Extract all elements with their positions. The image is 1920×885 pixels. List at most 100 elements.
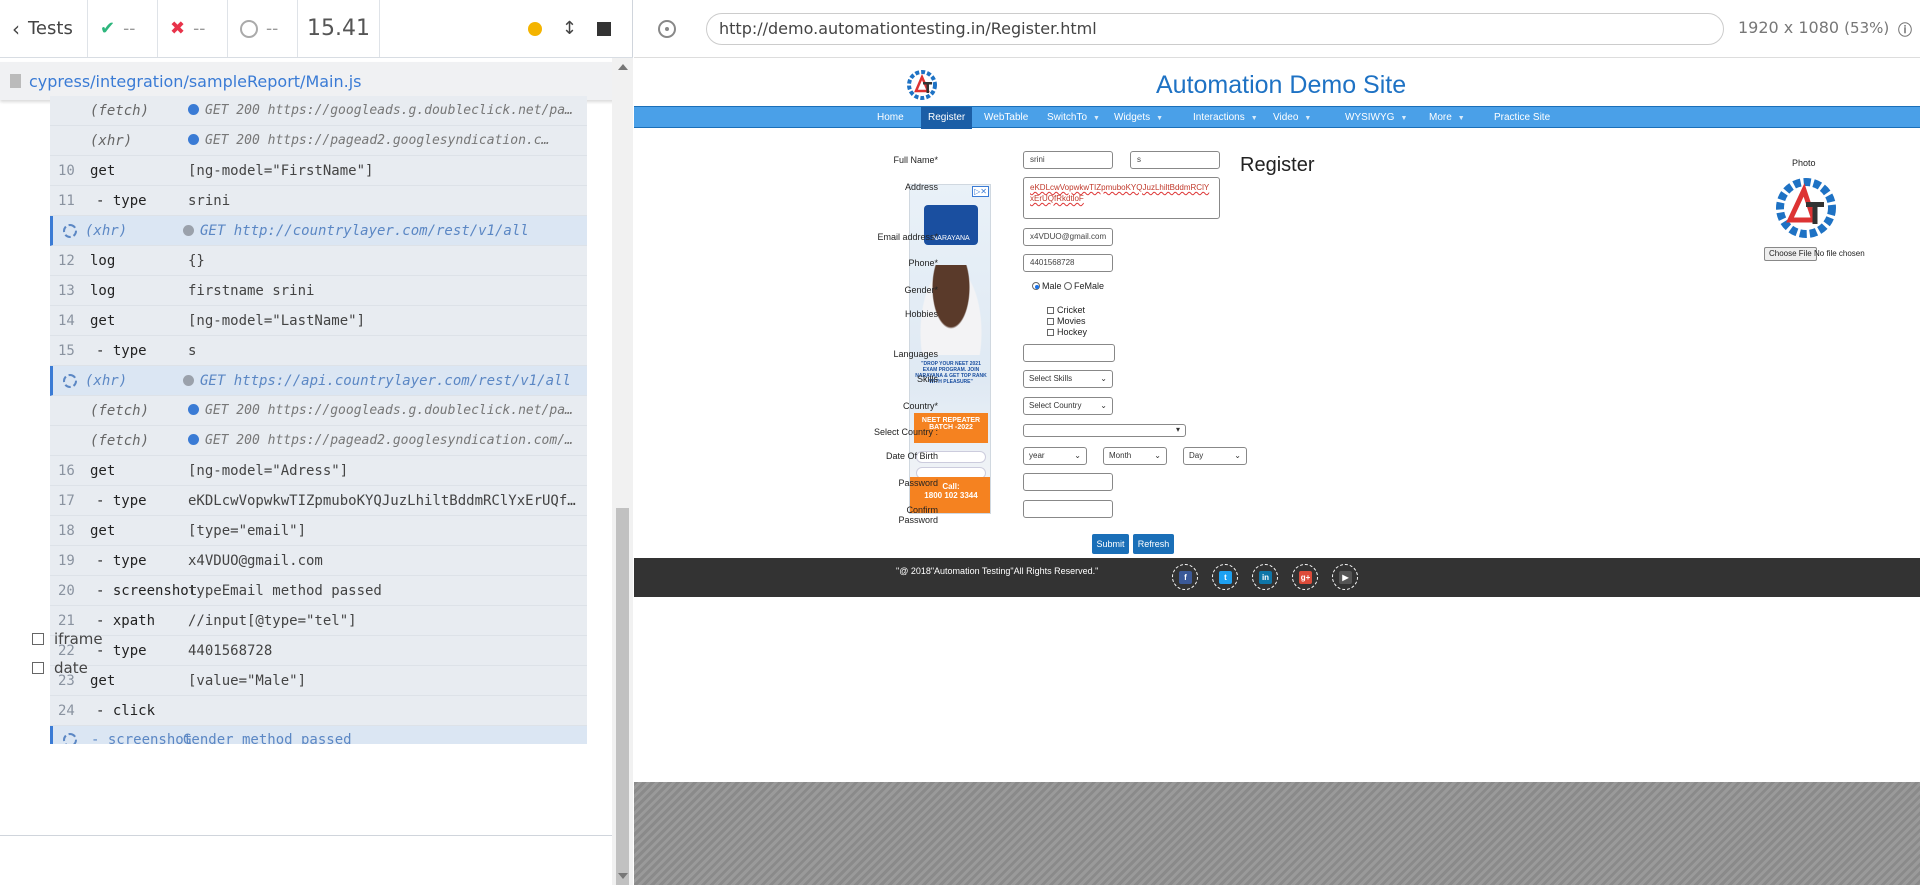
- command-number: 19: [58, 552, 75, 569]
- back-to-tests-button[interactable]: ‹ Tests: [0, 0, 88, 57]
- command-row[interactable]: 16 get [ng-model="Adress"]: [50, 456, 587, 486]
- command-message-text: [ng-model="FirstName"]: [188, 162, 374, 179]
- command-name: - type: [96, 642, 147, 659]
- phone-input[interactable]: 4401568728: [1023, 254, 1113, 272]
- nav-item-wysiwyg[interactable]: WYSIWYG ▼: [1338, 107, 1414, 129]
- command-row[interactable]: 10 get [ng-model="FirstName"]: [50, 156, 587, 186]
- command-row[interactable]: 17 - type eKDLcwVopwkwTIZpmuboKYQJuzLhiltB…: [50, 486, 587, 516]
- scroll-up-icon[interactable]: [618, 64, 628, 70]
- command-row[interactable]: (xhr) GET http://countrylayer.com/rest/v1…: [50, 216, 587, 246]
- nav-item-widgets[interactable]: Widgets ▼: [1107, 107, 1170, 129]
- suite-date[interactable]: date: [32, 659, 88, 677]
- url-bar[interactable]: http://demo.automationtesting.in/Registe…: [706, 13, 1724, 45]
- chevron-down-icon: ▼: [1156, 115, 1164, 122]
- choose-file-button[interactable]: Choose File: [1764, 247, 1817, 261]
- command-message: GET 200 https://pagead2.googlesyndicatio…: [188, 133, 587, 148]
- command-row[interactable]: (fetch) GET 200 https://googleads.g.doubl…: [50, 96, 587, 126]
- command-name: (fetch): [90, 102, 150, 119]
- chevron-down-icon: ▼: [1457, 115, 1465, 122]
- confirm-password-input[interactable]: [1023, 500, 1113, 518]
- command-row[interactable]: 20 - screenshot typeEmail method passed: [50, 576, 587, 606]
- refresh-button[interactable]: Refresh: [1133, 534, 1174, 554]
- request-status-icon: [188, 134, 199, 145]
- hobby-cricket[interactable]: Cricket: [1047, 305, 1085, 315]
- hobby-hockey[interactable]: Hockey: [1047, 327, 1087, 337]
- info-icon[interactable]: ⓘ: [1898, 20, 1912, 39]
- nav-item-switchto[interactable]: SwitchTo ▼: [1040, 107, 1107, 129]
- suite-iframe[interactable]: iframe: [32, 630, 103, 648]
- email-input[interactable]: x4VDUO@gmail.com: [1023, 228, 1113, 246]
- languages-input[interactable]: [1023, 344, 1115, 362]
- spec-file-bar[interactable]: cypress/integration/sampleReport/Main.js: [0, 62, 619, 100]
- scrollbar-thumb[interactable]: [616, 508, 629, 885]
- ad-choices-icon[interactable]: ▷✕: [972, 186, 989, 197]
- command-row[interactable]: 24 - click: [50, 696, 587, 726]
- hobby-movies[interactable]: Movies: [1047, 316, 1086, 326]
- command-message: //input[@type="tel"]: [188, 613, 587, 629]
- first-name-input[interactable]: srini: [1023, 151, 1113, 169]
- nav-item-webtable[interactable]: WebTable: [977, 107, 1035, 129]
- command-message-text: GET 200 https://pagead2.googlesyndicatio…: [205, 133, 550, 148]
- command-row[interactable]: 18 get [type="email"]: [50, 516, 587, 546]
- address-textarea[interactable]: eKDLcwVopwkwTIZpmuboKYQJuzLhiltBddmRClYx…: [1023, 177, 1220, 219]
- command-row[interactable]: 14 get [ng-model="LastName"]: [50, 306, 587, 336]
- dob-month-select[interactable]: Month ⌄: [1103, 447, 1167, 465]
- dob-day-select[interactable]: Day ⌄: [1183, 447, 1247, 465]
- facebook-link[interactable]: f: [1172, 564, 1198, 590]
- command-row[interactable]: (xhr) GET 200 https://pagead2.googlesyndi…: [50, 126, 587, 156]
- checkbox-icon[interactable]: [1047, 329, 1054, 336]
- country-select[interactable]: Select Country ⌄: [1023, 397, 1113, 415]
- auto-scroll-toggle-icon[interactable]: ↕: [562, 18, 577, 39]
- twitter-link[interactable]: t: [1212, 564, 1238, 590]
- command-message: eKDLcwVopwkwTIZpmuboKYQJuzLhiltBddmRClYx…: [188, 493, 587, 509]
- scroll-down-icon[interactable]: [618, 873, 628, 879]
- linkedin-link[interactable]: in: [1252, 564, 1278, 590]
- nav-item-register[interactable]: Register: [921, 107, 973, 129]
- command-name: (xhr): [90, 132, 133, 149]
- command-row[interactable]: 19 - type x4VDUO@gmail.com: [50, 546, 587, 576]
- nav-item-home[interactable]: Home: [870, 107, 911, 129]
- select-country-dropdown[interactable]: ▾: [1023, 424, 1186, 437]
- chevron-down-icon: ⌄: [1074, 451, 1081, 460]
- viewport-size: 1920 x 1080 (53%): [1738, 18, 1890, 37]
- command-row[interactable]: 15 - type s: [50, 336, 587, 366]
- chevron-down-icon: ⌄: [1234, 451, 1241, 460]
- command-row[interactable]: (fetch) GET 200 https://pagead2.googlesyn…: [50, 426, 587, 456]
- command-row[interactable]: 13 log firstname srini: [50, 276, 587, 306]
- command-name: get: [90, 312, 116, 329]
- command-row[interactable]: 22- type 4401568728: [50, 636, 587, 666]
- nav-item-practice-site[interactable]: Practice Site: [1487, 107, 1557, 129]
- checkbox-icon: [32, 662, 44, 674]
- spec-path: cypress/integration/sampleReport/Main.js: [29, 71, 362, 91]
- youtube-link[interactable]: ▶: [1332, 564, 1358, 590]
- skills-select[interactable]: Select Skills ⌄: [1023, 370, 1113, 388]
- nav-item-video[interactable]: Video ▼: [1266, 107, 1318, 129]
- command-row[interactable]: 21 - xpath //input[@type="tel"]: [50, 606, 587, 636]
- stop-icon[interactable]: [597, 21, 611, 36]
- nav-item-more[interactable]: More ▼: [1422, 107, 1472, 129]
- submit-button[interactable]: Submit: [1092, 534, 1129, 554]
- command-row[interactable]: 23 get [value="Male"]: [50, 666, 587, 696]
- googleplus-link[interactable]: g+: [1292, 564, 1318, 590]
- main-nav: Home Register WebTable SwitchTo ▼ Widgets ▼ Int…: [634, 106, 1920, 129]
- command-message-text: GET 200 https://googleads.g.doubleclick.…: [205, 403, 587, 418]
- command-row[interactable]: 11 - type srini: [50, 186, 587, 216]
- radio-male[interactable]: [1032, 282, 1040, 290]
- phone-label: Phone*: [908, 258, 938, 268]
- linkedin-icon: in: [1259, 571, 1272, 584]
- command-message: [value="Male"]: [188, 673, 587, 689]
- dob-year-select[interactable]: year ⌄: [1023, 447, 1087, 465]
- command-row[interactable]: (xhr) GET https://api.countrylayer.com/re…: [50, 366, 587, 396]
- selector-playground-icon[interactable]: [658, 20, 676, 38]
- checkbox-icon[interactable]: [1047, 307, 1054, 314]
- password-input[interactable]: [1023, 473, 1113, 491]
- nav-item-interactions[interactable]: Interactions ▼: [1186, 107, 1265, 129]
- checkbox-icon[interactable]: [1047, 318, 1054, 325]
- command-number: 15: [58, 342, 75, 359]
- command-row[interactable]: - screenshot Gender method passed: [50, 726, 587, 744]
- last-name-input[interactable]: s: [1130, 151, 1220, 169]
- command-row[interactable]: 12 log {}: [50, 246, 587, 276]
- radio-female[interactable]: [1064, 282, 1073, 290]
- reporter-scrollbar[interactable]: [612, 58, 633, 885]
- command-row[interactable]: (fetch) GET 200 https://googleads.g.doubl…: [50, 396, 587, 426]
